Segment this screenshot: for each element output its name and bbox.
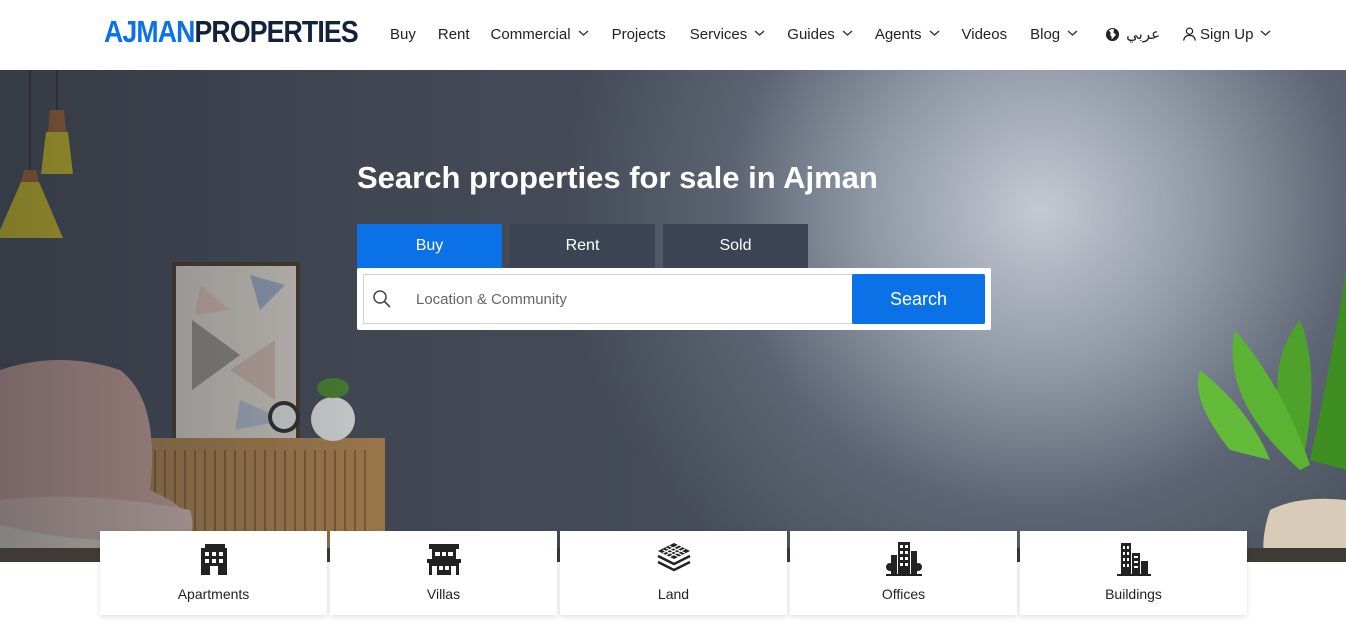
nav-buy[interactable]: Buy <box>390 22 416 46</box>
buildings-icon <box>1116 543 1151 576</box>
tab-rent[interactable]: Rent <box>510 224 655 268</box>
category-land-label: Land <box>657 586 690 602</box>
chevron-down-icon <box>1067 22 1078 46</box>
search-icon <box>373 290 391 308</box>
chevron-down-icon <box>578 22 589 46</box>
nav-agents[interactable]: Agents <box>875 22 940 46</box>
category-buildings-label: Buildings <box>1105 586 1162 602</box>
search-field-wrapper: Search <box>363 274 985 324</box>
chevron-down-icon <box>929 22 940 46</box>
category-land[interactable]: Land <box>560 531 787 615</box>
nav-projects[interactable]: Projects <box>612 22 666 46</box>
nav-guides[interactable]: Guides <box>787 22 853 46</box>
category-offices[interactable]: Offices <box>790 531 1017 615</box>
logo-part-properties: PROPERTIES <box>194 14 359 49</box>
nav-services-label: Services <box>689 25 748 43</box>
nav-videos[interactable]: Videos <box>962 22 1008 46</box>
tab-sold[interactable]: Sold <box>663 224 808 268</box>
nav-buy-label: Buy <box>390 25 416 43</box>
category-offices-label: Offices <box>881 586 926 602</box>
main-nav: Buy Rent Commercial Projects Services Gu… <box>390 22 1271 46</box>
category-apartments-label: Apartments <box>177 586 250 602</box>
land-layers-icon <box>656 543 691 572</box>
category-villas-label: Villas <box>426 586 461 602</box>
nav-guides-label: Guides <box>787 25 835 43</box>
chevron-down-icon <box>1260 22 1271 46</box>
nav-videos-label: Videos <box>961 25 1008 43</box>
user-icon <box>1183 27 1196 41</box>
nav-agents-label: Agents <box>874 25 922 43</box>
hero-title: Search properties for sale in Ajman <box>357 160 878 195</box>
nav-commercial-label: Commercial <box>490 25 571 43</box>
category-apartments[interactable]: Apartments <box>100 531 327 615</box>
tab-buy[interactable]: Buy <box>357 224 502 274</box>
tab-sold-label: Sold <box>719 237 752 254</box>
signup-menu[interactable]: Sign Up <box>1182 22 1271 46</box>
nav-blog[interactable]: Blog <box>1030 22 1078 46</box>
chevron-down-icon <box>754 22 765 46</box>
nav-blog-label: Blog <box>1030 25 1061 43</box>
tab-buy-label: Buy <box>415 237 444 254</box>
search-type-tabs: Buy Rent Sold <box>357 224 816 274</box>
language-switch[interactable]: عربي <box>1105 22 1160 46</box>
logo-part-ajman: AJMAN <box>104 14 195 49</box>
tab-rent-label: Rent <box>565 237 600 254</box>
nav-rent[interactable]: Rent <box>438 22 470 46</box>
category-villas[interactable]: Villas <box>330 531 557 615</box>
office-tower-icon <box>885 542 922 576</box>
nav-services[interactable]: Services <box>690 22 766 46</box>
nav-rent-label: Rent <box>437 25 470 43</box>
globe-icon <box>1106 27 1120 41</box>
property-categories: Apartments Villas Land Offices Buildings <box>100 531 1250 615</box>
language-label: عربي <box>1126 26 1161 43</box>
chevron-down-icon <box>842 22 853 46</box>
signup-label: Sign Up <box>1200 25 1254 43</box>
apartment-building-icon <box>200 544 227 575</box>
site-header: AJMAN PROPERTIES Buy Rent Commercial Proj… <box>0 0 1346 70</box>
category-buildings[interactable]: Buildings <box>1020 531 1247 615</box>
site-logo[interactable]: AJMAN PROPERTIES <box>104 14 359 49</box>
nav-projects-label: Projects <box>611 25 666 43</box>
location-search-input[interactable] <box>364 275 852 323</box>
villa-icon <box>426 544 461 575</box>
search-button[interactable]: Search <box>852 274 985 324</box>
nav-commercial[interactable]: Commercial <box>491 22 589 46</box>
search-box: Search <box>357 268 991 330</box>
